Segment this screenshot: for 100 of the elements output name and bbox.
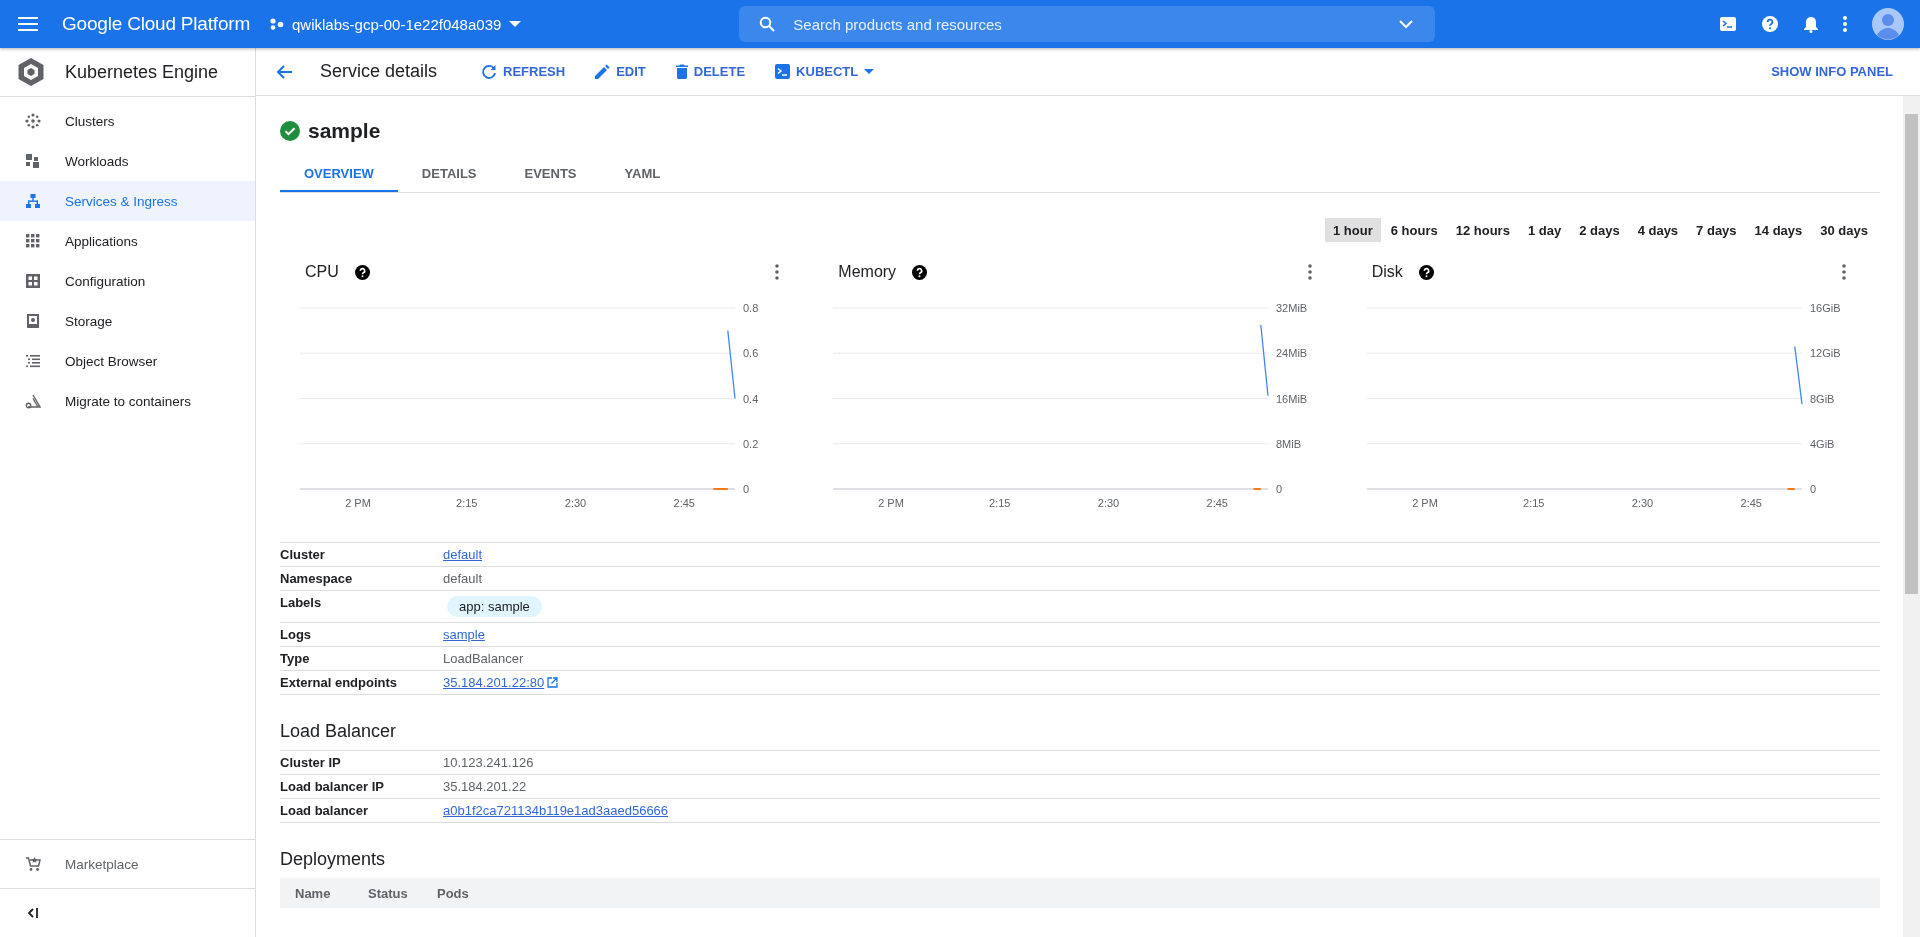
- tab[interactable]: YAML: [600, 156, 685, 192]
- field-value: 10.123.241.126: [443, 755, 534, 770]
- sidebar-item[interactable]: Object Browser: [0, 341, 255, 381]
- field-value: 35.184.201.22: [443, 779, 527, 794]
- value-link[interactable]: sample: [443, 627, 485, 642]
- tab[interactable]: EVENTS: [500, 156, 601, 192]
- more-icon[interactable]: [1308, 264, 1313, 280]
- section-heading: Deployments: [280, 849, 387, 870]
- column-header[interactable]: Status: [353, 885, 422, 901]
- time-range-button[interactable]: 30 days: [1812, 218, 1876, 242]
- axis-label: 2:45: [673, 497, 695, 509]
- value-link[interactable]: a0b1f2ca721134b119e1ad3aaed56666: [443, 803, 669, 818]
- more-icon[interactable]: [1841, 264, 1846, 280]
- axis-label: 2:45: [1206, 497, 1229, 509]
- axis-label: 0: [1809, 483, 1816, 495]
- chart-title: CPU: [305, 263, 339, 281]
- help-icon[interactable]: [1418, 264, 1434, 280]
- collapse-icon[interactable]: [27, 908, 39, 918]
- time-range-button[interactable]: 4 days: [1629, 218, 1687, 242]
- page-title: Service details: [320, 61, 438, 82]
- sidebar-item[interactable]: Clusters: [0, 101, 255, 141]
- field-label: Namespace: [280, 571, 354, 586]
- field-label: Logs: [280, 627, 313, 642]
- marketplace-item[interactable]: Marketplace: [0, 842, 255, 886]
- axis-label: 16GiB: [1809, 302, 1841, 314]
- terminal-icon[interactable]: [1720, 16, 1736, 32]
- axis-label: 0: [743, 483, 750, 495]
- column-header[interactable]: Pods: [422, 885, 491, 901]
- field-label: Cluster IP: [280, 755, 342, 770]
- kubectl-button[interactable]: KUBECTL: [775, 63, 875, 80]
- product-name[interactable]: Google Cloud Platform: [62, 13, 250, 35]
- sidebar-item[interactable]: Workloads: [0, 141, 255, 181]
- more-icon[interactable]: [775, 264, 779, 280]
- cart-icon: [25, 856, 41, 872]
- time-range-button[interactable]: 1 hour: [1325, 218, 1381, 242]
- workloads-icon: [25, 153, 41, 169]
- tab[interactable]: DETAILS: [397, 156, 501, 192]
- project-icon: [270, 18, 284, 30]
- axis-label: 0.6: [743, 347, 759, 360]
- search-input[interactable]: Search products and resources: [791, 14, 1384, 34]
- services-icon: [25, 193, 41, 209]
- show-info-panel-link[interactable]: SHOW INFO PANEL: [1771, 64, 1893, 79]
- time-range-button[interactable]: 2 days: [1571, 218, 1628, 242]
- product-title: Kubernetes Engine: [65, 61, 219, 83]
- more-icon[interactable]: [1843, 16, 1847, 32]
- value-link[interactable]: default: [443, 547, 483, 562]
- scrollbar-thumb[interactable]: [1905, 114, 1918, 594]
- caret-icon: [509, 21, 522, 27]
- time-range-button[interactable]: 1 day: [1519, 218, 1570, 242]
- endpoint-link[interactable]: 35.184.201.22:80: [443, 675, 545, 690]
- axis-label: 24MiB: [1276, 347, 1308, 360]
- scrollbar[interactable]: [1903, 96, 1920, 937]
- axis-label: 0.8: [743, 302, 759, 314]
- sidebar-item[interactable]: Migrate to containers: [0, 381, 255, 421]
- time-range-button[interactable]: 6 hours: [1382, 218, 1446, 242]
- axis-label: 0: [1276, 483, 1283, 495]
- axis-label: 2:30: [1098, 497, 1120, 509]
- edit-button[interactable]: EDIT: [595, 63, 646, 80]
- field-label: Cluster: [280, 547, 326, 562]
- axis-label: 12GiB: [1809, 347, 1841, 360]
- time-range-button[interactable]: 12 hours: [1447, 218, 1518, 242]
- axis-label: 2:30: [564, 497, 587, 509]
- time-range-button[interactable]: 14 days: [1746, 218, 1811, 242]
- search-icon: [759, 16, 776, 32]
- axis-label: 0.4: [743, 392, 759, 405]
- sidebar-item[interactable]: Configuration: [0, 261, 255, 301]
- sidebar-item[interactable]: Services & Ingress: [0, 181, 255, 221]
- field-label: Labels: [280, 595, 323, 610]
- sidebar-item[interactable]: Applications: [0, 221, 255, 261]
- sidebar-item[interactable]: Storage: [0, 301, 255, 341]
- project-selector[interactable]: qwiklabs-gcp-00-1e22f048a039: [270, 15, 522, 33]
- field-label: Type: [280, 651, 311, 666]
- trash-icon: [675, 64, 688, 79]
- chart-title: Disk: [1371, 263, 1403, 281]
- storage-icon: [25, 313, 41, 329]
- help-icon[interactable]: [912, 264, 928, 280]
- field-value: default: [443, 571, 483, 586]
- axis-label: 32MiB: [1276, 302, 1308, 314]
- service-name: sample: [308, 119, 381, 143]
- field-label: Load balancer IP: [280, 779, 386, 794]
- axis-label: 2:30: [1631, 497, 1653, 509]
- kubernetes-engine-icon: [17, 57, 45, 87]
- clusters-icon: [25, 113, 41, 129]
- time-range-button[interactable]: 7 days: [1688, 218, 1745, 242]
- tab[interactable]: OVERVIEW: [280, 156, 398, 192]
- menu-icon[interactable]: [18, 17, 38, 31]
- column-header[interactable]: Name: [280, 885, 353, 901]
- axis-label: 8MiB: [1276, 437, 1302, 450]
- axis-label: 2 PM: [878, 497, 905, 509]
- search-field[interactable]: Search products and resources: [739, 6, 1436, 42]
- configuration-icon: [25, 273, 41, 289]
- external-link-icon[interactable]: [547, 677, 559, 688]
- delete-button[interactable]: DELETE: [675, 63, 746, 80]
- avatar-icon[interactable]: [1872, 8, 1904, 40]
- notifications-icon[interactable]: [1804, 15, 1818, 33]
- section-heading: Load Balancer: [280, 721, 398, 742]
- back-arrow-icon[interactable]: [276, 63, 292, 80]
- refresh-button[interactable]: REFRESH: [481, 63, 566, 80]
- help-icon[interactable]: [354, 264, 370, 280]
- terminal-icon: [775, 64, 791, 79]
